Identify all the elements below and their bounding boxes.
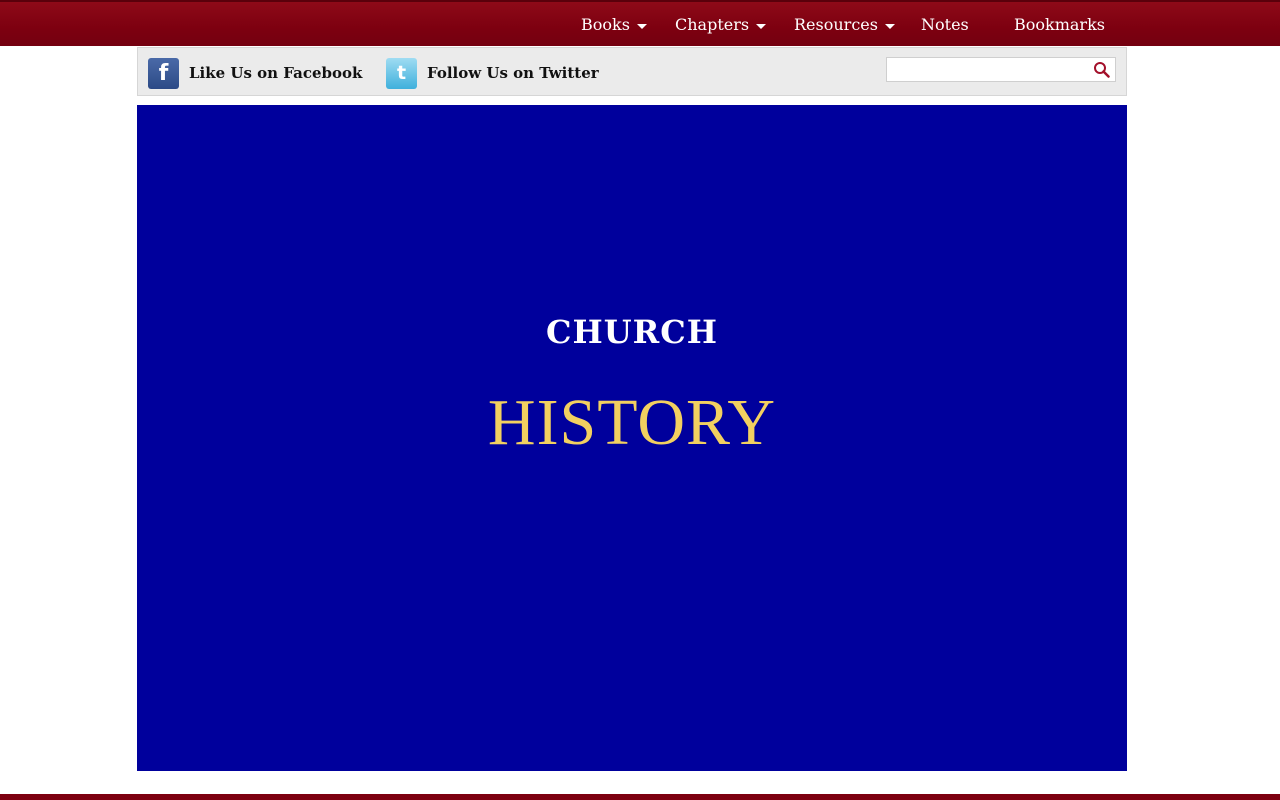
facebook-like-link[interactable]: f Like Us on Facebook	[148, 57, 362, 89]
nav-books-label: Books	[581, 14, 630, 34]
twitter-follow-label: Follow Us on Twitter	[427, 64, 599, 82]
nav-books-menu[interactable]: Books	[581, 2, 647, 46]
nav-chapters-menu[interactable]: Chapters	[675, 2, 767, 46]
nav-bookmarks-link[interactable]: Bookmarks	[1014, 2, 1105, 46]
top-nav-bar: Books Chapters Resources Notes Bookmarks	[0, 0, 1280, 46]
nav-chapters-label: Chapters	[675, 14, 750, 34]
title-banner: CHURCH HISTORY	[137, 105, 1127, 771]
nav-notes-label: Notes	[921, 14, 969, 34]
twitter-follow-link[interactable]: t Follow Us on Twitter	[386, 57, 599, 89]
banner-title-church: CHURCH	[546, 313, 718, 351]
nav-notes-link[interactable]: Notes	[921, 2, 969, 46]
chevron-down-icon	[636, 24, 647, 29]
banner-title-history: HISTORY	[487, 386, 777, 459]
search-box	[886, 57, 1116, 82]
chevron-down-icon	[756, 24, 767, 29]
facebook-like-label: Like Us on Facebook	[189, 64, 363, 82]
social-bar: f Like Us on Facebook t Follow Us on Twi…	[137, 47, 1127, 96]
nav-resources-label: Resources	[794, 14, 878, 34]
search-input[interactable]	[887, 58, 1087, 81]
nav-resources-menu[interactable]: Resources	[794, 2, 895, 46]
search-icon[interactable]	[1093, 61, 1110, 78]
facebook-icon: f	[148, 57, 179, 89]
bottom-bar	[0, 794, 1280, 800]
twitter-icon: t	[386, 57, 417, 89]
nav-bookmarks-label: Bookmarks	[1014, 14, 1105, 34]
chevron-down-icon	[884, 24, 895, 29]
